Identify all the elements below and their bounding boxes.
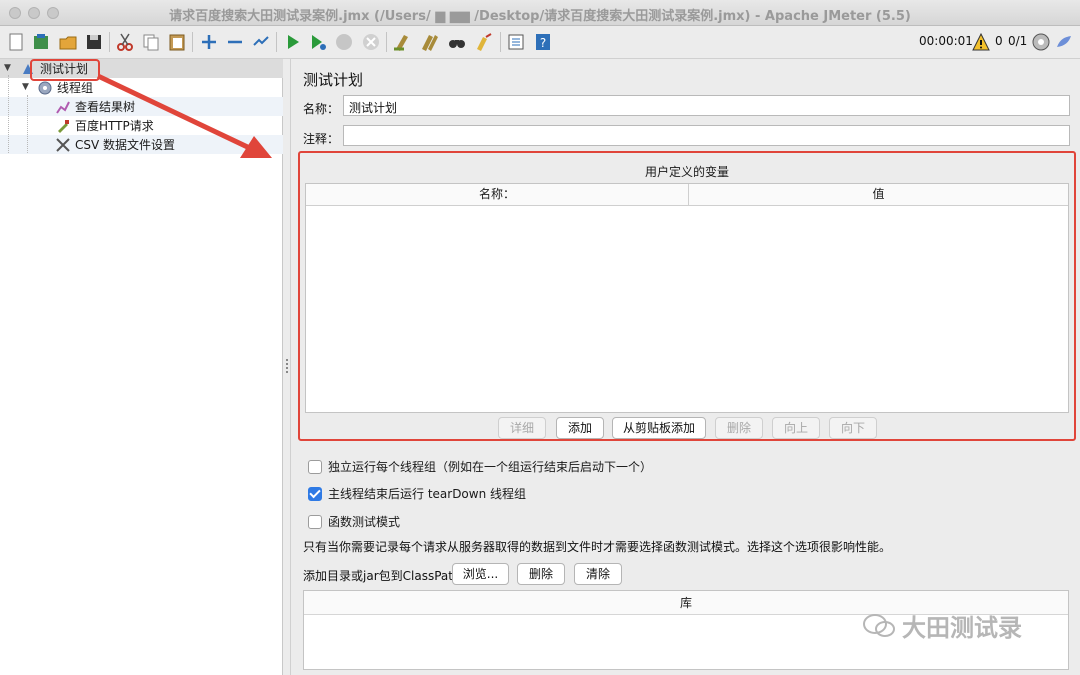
new-icon[interactable] bbox=[5, 31, 27, 53]
classpath-delete-button[interactable]: 删除 bbox=[517, 563, 565, 585]
annotation-highlight-box bbox=[30, 59, 100, 81]
svg-text:?: ? bbox=[540, 36, 546, 50]
chart-icon bbox=[55, 99, 71, 115]
classpath-label: 添加目录或jar包到ClassPath bbox=[303, 569, 461, 583]
function-helper-icon[interactable] bbox=[505, 31, 527, 53]
stop-icon[interactable] bbox=[333, 31, 355, 53]
teardown-option[interactable]: 主线程结束后运行 tearDown 线程组 bbox=[308, 485, 526, 502]
teardown-checkbox[interactable] bbox=[308, 486, 322, 501]
paste-icon[interactable] bbox=[166, 31, 188, 53]
variables-table[interactable]: 名称： 值 bbox=[305, 183, 1069, 413]
tools-icon bbox=[55, 137, 71, 153]
add-from-clipboard-button[interactable]: 从剪贴板添加 bbox=[612, 417, 706, 439]
test-plan-tree: ▼ ▼ 测试计划 线程组 查看结果树 百度HTTP请求 CSV 数据文件设置 bbox=[0, 59, 283, 675]
user-defined-variables-section: 用户定义的变量 名称： 值 详细 添加 从剪贴板添加 删除 向上 向下 bbox=[298, 151, 1076, 441]
tree-item-label: 线程组 bbox=[57, 81, 94, 95]
remote-status-icon[interactable] bbox=[1030, 31, 1052, 53]
templates-icon[interactable] bbox=[30, 31, 52, 53]
wechat-icon bbox=[863, 613, 895, 637]
test-plan-panel: 测试计划 名称： 测试计划 注释： 用户定义的变量 名称： 值 详细 添加 从剪… bbox=[291, 59, 1080, 675]
delete-button[interactable]: 删除 bbox=[715, 417, 763, 439]
page-title: 测试计划 bbox=[303, 71, 364, 89]
tree-item-csv-data-set[interactable]: CSV 数据文件设置 bbox=[55, 135, 175, 154]
clear-all-icon[interactable] bbox=[418, 31, 440, 53]
start-icon[interactable] bbox=[282, 31, 304, 53]
section-title: 用户定义的变量 bbox=[644, 165, 729, 179]
expand-all-icon[interactable] bbox=[198, 31, 220, 53]
clear-icon[interactable] bbox=[391, 31, 413, 53]
window-titlebar: 请求百度搜索大田测试录案例.jmx (/Users/ ▆ ▆▆ /Desktop… bbox=[0, 0, 1080, 26]
comment-label: 注释： bbox=[303, 132, 340, 146]
add-button[interactable]: 添加 bbox=[556, 417, 604, 439]
watermark: 大田测试录 bbox=[862, 608, 1022, 643]
gear-icon bbox=[37, 80, 53, 96]
run-independently-checkbox[interactable] bbox=[308, 459, 322, 474]
option-label: 函数测试模式 bbox=[328, 515, 401, 529]
tree-item-label: 百度HTTP请求 bbox=[75, 119, 154, 133]
collapse-all-icon[interactable] bbox=[224, 31, 246, 53]
classpath-clear-button[interactable]: 清除 bbox=[574, 563, 622, 585]
active-threads: 0/1 bbox=[1008, 34, 1028, 48]
name-label: 名称： bbox=[303, 102, 340, 116]
warning-count: 0 bbox=[995, 34, 1003, 48]
tree-item-label: 查看结果树 bbox=[75, 100, 136, 114]
functional-mode-note: 只有当你需要记录每个请求从服务器取得的数据到文件时才需要选择函数测试模式。选择这… bbox=[303, 540, 892, 554]
browse-button[interactable]: 浏览... bbox=[452, 563, 509, 585]
toggle-icon[interactable] bbox=[250, 31, 272, 53]
reset-search-icon[interactable] bbox=[473, 31, 495, 53]
save-icon[interactable] bbox=[83, 31, 105, 53]
column-header-value[interactable]: 值 bbox=[689, 184, 1068, 206]
elapsed-timer: 00:00:01 bbox=[919, 34, 973, 48]
run-independently-option[interactable]: 独立运行每个线程组（例如在一个组运行结束后启动下一个） bbox=[308, 458, 652, 475]
option-label: 独立运行每个线程组（例如在一个组运行结束后启动下一个） bbox=[328, 460, 653, 474]
tree-expand-toggle[interactable]: ▼ bbox=[22, 82, 29, 92]
functional-mode-checkbox[interactable] bbox=[308, 514, 322, 529]
tree-item-label: CSV 数据文件设置 bbox=[75, 138, 176, 152]
start-no-pause-icon[interactable] bbox=[307, 31, 329, 53]
cut-icon[interactable] bbox=[114, 31, 136, 53]
move-up-button[interactable]: 向上 bbox=[772, 417, 820, 439]
search-icon[interactable] bbox=[446, 31, 468, 53]
open-icon[interactable] bbox=[57, 31, 79, 53]
functional-mode-option[interactable]: 函数测试模式 bbox=[308, 513, 400, 530]
shutdown-icon[interactable] bbox=[360, 31, 382, 53]
pipette-icon bbox=[55, 118, 71, 134]
watermark-text: 大田测试录 bbox=[902, 614, 1022, 642]
help-icon[interactable]: ? bbox=[532, 31, 554, 53]
warning-icon[interactable] bbox=[970, 31, 992, 53]
move-down-button[interactable]: 向下 bbox=[829, 417, 877, 439]
tree-item-http-request[interactable]: 百度HTTP请求 bbox=[55, 116, 154, 135]
panel-splitter[interactable] bbox=[283, 59, 291, 675]
copy-icon[interactable] bbox=[140, 31, 162, 53]
option-label: 主线程结束后运行 tearDown 线程组 bbox=[328, 487, 527, 501]
name-field[interactable]: 测试计划 bbox=[343, 95, 1070, 116]
main-toolbar: ? 00:00:01 0 0/1 bbox=[0, 26, 1080, 59]
tree-expand-toggle[interactable]: ▼ bbox=[4, 63, 11, 73]
tree-item-view-results-tree[interactable]: 查看结果树 bbox=[55, 97, 135, 116]
window-title: 请求百度搜索大田测试录案例.jmx (/Users/ ▆ ▆▆ /Desktop… bbox=[169, 9, 911, 24]
column-header-name[interactable]: 名称： bbox=[306, 184, 689, 206]
detail-button[interactable]: 详细 bbox=[498, 417, 546, 439]
comment-field[interactable] bbox=[343, 125, 1070, 146]
log-viewer-icon[interactable] bbox=[1053, 31, 1075, 53]
